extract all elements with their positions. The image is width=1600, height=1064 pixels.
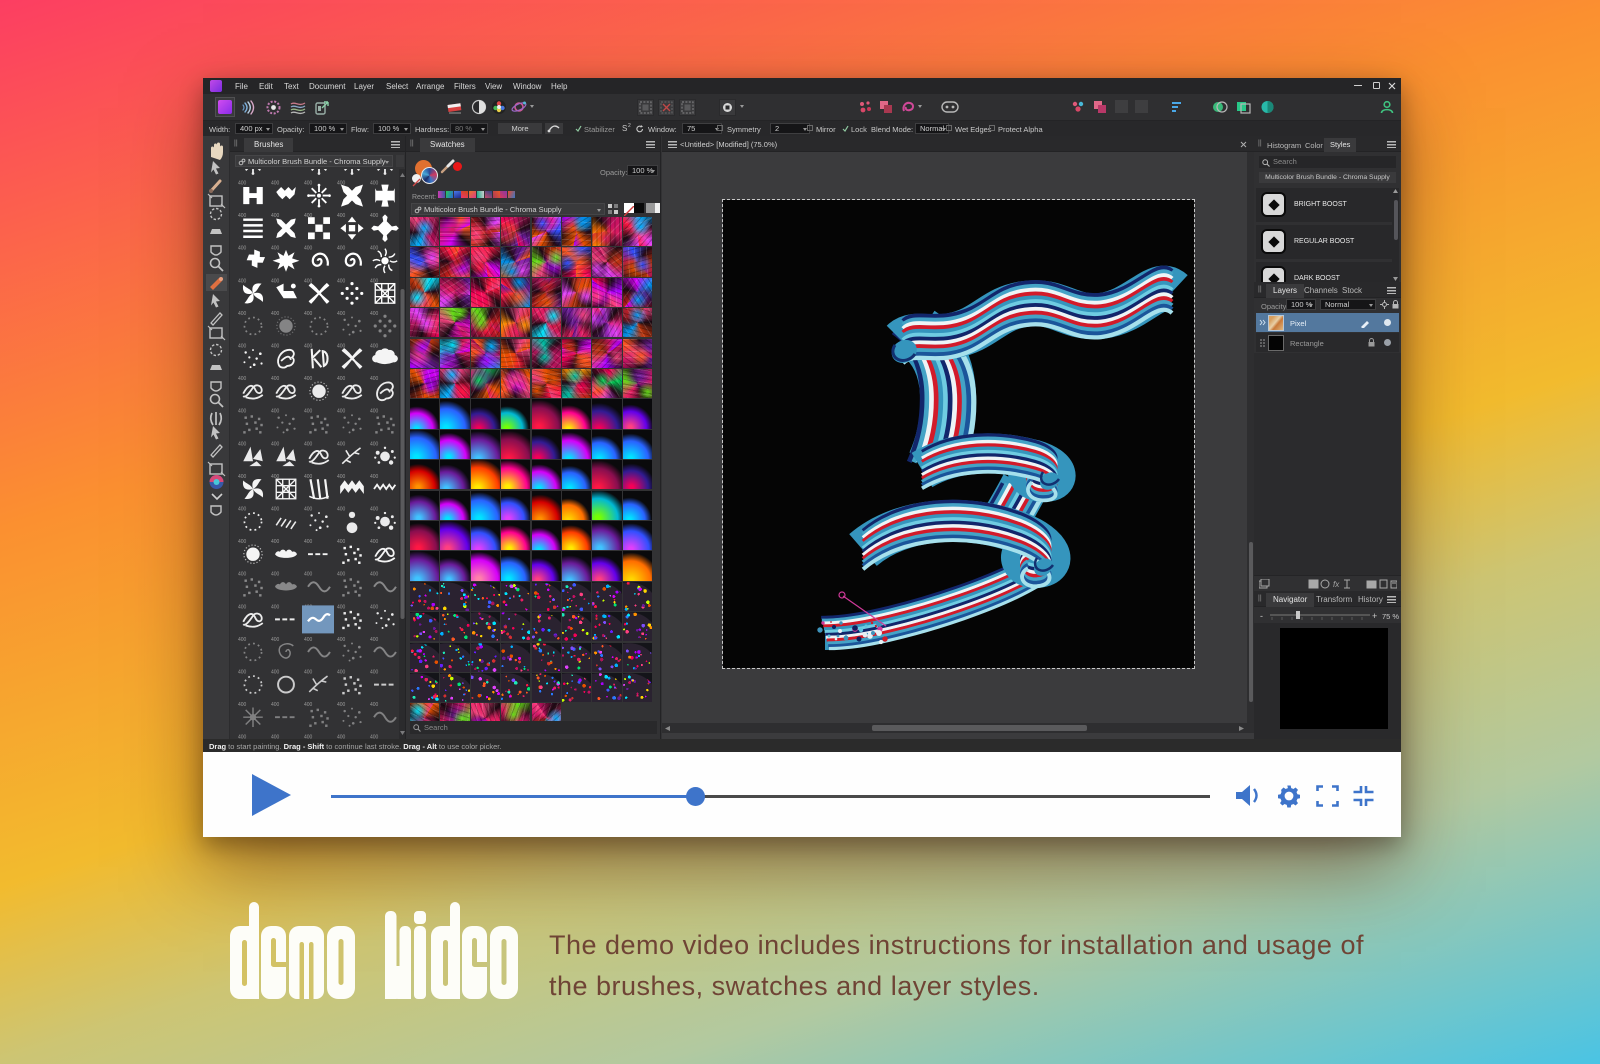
svg-text:400: 400 (271, 344, 280, 350)
svg-text:400: 400 (304, 344, 313, 350)
svg-text:400: 400 (238, 572, 247, 578)
svg-text:400: 400 (370, 409, 379, 415)
svg-text:400: 400 (304, 637, 313, 643)
svg-text:400: 400 (370, 246, 379, 252)
svg-text:400: 400 (370, 213, 379, 219)
svg-text:400: 400 (337, 409, 346, 415)
svg-text:400: 400 (370, 604, 379, 610)
svg-text:400: 400 (238, 474, 247, 480)
svg-text:400: 400 (337, 181, 346, 187)
svg-text:400: 400 (271, 278, 280, 284)
svg-text:400: 400 (370, 670, 379, 676)
svg-text:400: 400 (238, 246, 247, 252)
svg-text:400: 400 (238, 311, 247, 317)
svg-text:400: 400 (370, 376, 379, 382)
svg-text:400: 400 (271, 604, 280, 610)
svg-text:400: 400 (337, 572, 346, 578)
svg-text:400: 400 (370, 441, 379, 447)
svg-text:400: 400 (238, 604, 247, 610)
svg-text:400: 400 (304, 507, 313, 513)
svg-text:400: 400 (337, 670, 346, 676)
svg-text:400: 400 (337, 539, 346, 545)
svg-text:400: 400 (370, 572, 379, 578)
svg-text:400: 400 (271, 637, 280, 643)
svg-text:400: 400 (337, 507, 346, 513)
svg-text:400: 400 (304, 376, 313, 382)
svg-text:400: 400 (337, 702, 346, 708)
svg-text:400: 400 (271, 507, 280, 513)
svg-text:400: 400 (304, 670, 313, 676)
svg-text:400: 400 (271, 441, 280, 447)
svg-text:400: 400 (238, 702, 247, 708)
svg-text:400: 400 (238, 344, 247, 350)
svg-text:400: 400 (370, 181, 379, 187)
svg-text:400: 400 (271, 409, 280, 415)
svg-text:400: 400 (238, 507, 247, 513)
svg-text:400: 400 (370, 702, 379, 708)
svg-text:400: 400 (304, 702, 313, 708)
svg-text:400: 400 (337, 637, 346, 643)
svg-text:400: 400 (238, 441, 247, 447)
svg-text:400: 400 (304, 474, 313, 480)
svg-text:400: 400 (271, 213, 280, 219)
svg-text:400: 400 (337, 604, 346, 610)
svg-text:400: 400 (271, 539, 280, 545)
svg-text:400: 400 (271, 670, 280, 676)
svg-text:400: 400 (271, 311, 280, 317)
svg-text:400: 400 (337, 246, 346, 252)
svg-text:400: 400 (370, 474, 379, 480)
svg-text:400: 400 (337, 278, 346, 284)
svg-text:400: 400 (271, 246, 280, 252)
svg-text:400: 400 (337, 213, 346, 219)
svg-text:400: 400 (304, 539, 313, 545)
svg-text:400: 400 (337, 441, 346, 447)
svg-text:400: 400 (370, 344, 379, 350)
svg-text:400: 400 (370, 507, 379, 513)
svg-text:400: 400 (238, 278, 247, 284)
svg-text:400: 400 (271, 376, 280, 382)
svg-text:400: 400 (238, 539, 247, 545)
svg-text:400: 400 (238, 637, 247, 643)
svg-text:400: 400 (337, 311, 346, 317)
svg-text:400: 400 (238, 181, 247, 187)
svg-text:400: 400 (238, 409, 247, 415)
svg-text:400: 400 (271, 572, 280, 578)
svg-text:fx: fx (1333, 580, 1340, 589)
svg-text:400: 400 (304, 246, 313, 252)
svg-text:400: 400 (370, 637, 379, 643)
svg-text:400: 400 (271, 702, 280, 708)
svg-text:400: 400 (337, 474, 346, 480)
svg-text:400: 400 (304, 441, 313, 447)
svg-text:400: 400 (304, 572, 313, 578)
svg-text:400: 400 (238, 376, 247, 382)
svg-text:400: 400 (238, 213, 247, 219)
svg-text:400: 400 (370, 539, 379, 545)
svg-text:400: 400 (271, 181, 280, 187)
svg-text:400: 400 (304, 311, 313, 317)
svg-text:400: 400 (337, 376, 346, 382)
svg-text:400: 400 (238, 670, 247, 676)
svg-text:400: 400 (370, 311, 379, 317)
svg-text:400: 400 (304, 409, 313, 415)
svg-text:400: 400 (304, 181, 313, 187)
